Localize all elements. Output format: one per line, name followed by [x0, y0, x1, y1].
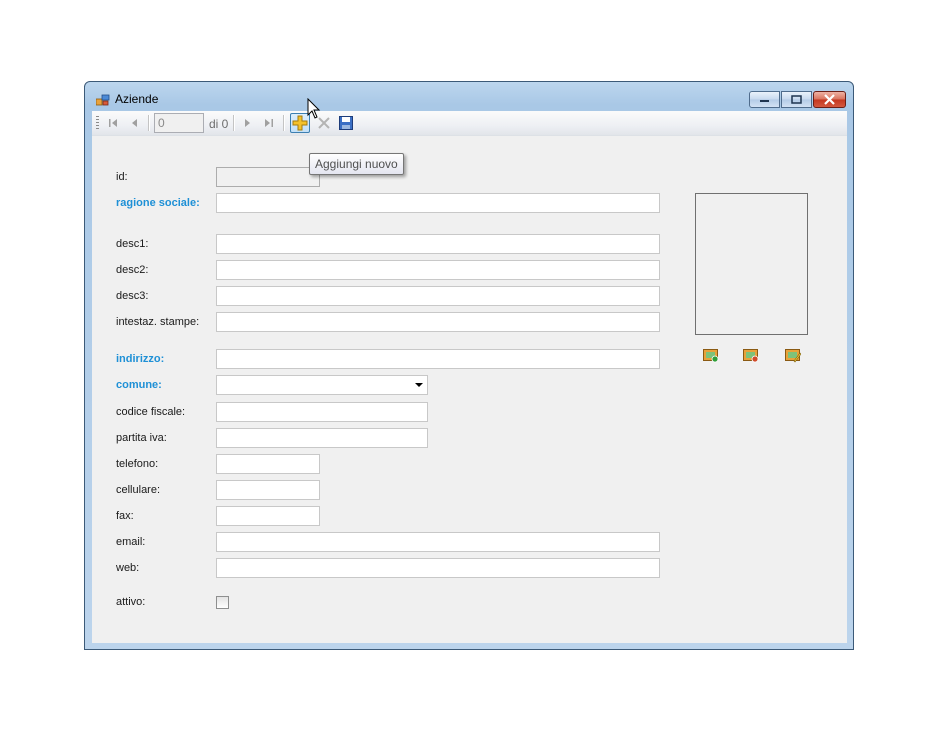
email-field[interactable]	[216, 532, 660, 552]
move-next-icon[interactable]	[239, 115, 255, 131]
codice-fiscale-field[interactable]	[216, 402, 428, 422]
close-icon	[824, 94, 835, 105]
window-title: Aziende	[115, 92, 159, 106]
indirizzo-field[interactable]	[216, 349, 660, 369]
attivo-label: attivo:	[116, 596, 146, 608]
comune-dropdown[interactable]	[216, 375, 428, 395]
cellulare-label: cellulare:	[116, 484, 161, 496]
move-previous-icon[interactable]	[127, 115, 143, 131]
move-first-icon[interactable]	[105, 115, 121, 131]
telefono-field[interactable]	[216, 454, 320, 474]
partita-iva-label: partita iva:	[116, 432, 167, 444]
email-label: email:	[116, 536, 146, 548]
telefono-label: telefono:	[116, 458, 159, 470]
indirizzo-label: indirizzo:	[116, 353, 165, 365]
desc1-label: desc1:	[116, 238, 149, 250]
app-icon	[96, 94, 110, 106]
codice-fiscale-label: codice fiscale:	[116, 406, 186, 418]
intestaz-stampe-label: intestaz. stampe:	[116, 316, 200, 328]
web-field[interactable]	[216, 558, 660, 578]
form-client-area: di 0 id: ragione sociale:	[92, 111, 847, 643]
edit-image-icon[interactable]	[785, 349, 801, 363]
minimize-icon	[760, 100, 769, 102]
chevron-down-icon[interactable]	[415, 383, 423, 387]
mouse-cursor-icon	[307, 98, 321, 119]
desc2-label: desc2:	[116, 264, 149, 276]
toolbar-separator	[233, 115, 235, 131]
partita-iva-field[interactable]	[216, 428, 428, 448]
save-icon[interactable]	[338, 115, 354, 131]
add-image-icon[interactable]	[703, 349, 719, 363]
comune-label: comune:	[116, 379, 162, 391]
title-bar[interactable]: Aziende	[85, 82, 853, 110]
attivo-checkbox[interactable]	[216, 596, 229, 609]
toolbar-grip[interactable]	[96, 116, 99, 130]
id-label: id:	[116, 171, 128, 183]
web-label: web:	[116, 562, 140, 574]
minimize-button[interactable]	[749, 91, 780, 108]
id-field[interactable]	[216, 167, 320, 187]
position-input[interactable]	[154, 113, 204, 133]
close-button[interactable]	[813, 91, 846, 108]
toolbar-separator	[148, 115, 150, 131]
maximize-icon	[791, 95, 802, 104]
move-last-icon[interactable]	[261, 115, 277, 131]
count-label: di 0	[209, 117, 229, 131]
aziende-window: Aziende di 0	[84, 81, 854, 650]
fax-label: fax:	[116, 510, 134, 522]
ragione-sociale-field[interactable]	[216, 193, 660, 213]
add-new-tooltip: Aggiungi nuovo	[309, 153, 404, 175]
desc3-label: desc3:	[116, 290, 149, 302]
binding-navigator: di 0	[92, 111, 847, 136]
intestaz-stampe-field[interactable]	[216, 312, 660, 332]
fax-field[interactable]	[216, 506, 320, 526]
logo-image-box[interactable]	[695, 193, 808, 335]
toolbar-separator	[283, 115, 285, 131]
desc2-field[interactable]	[216, 260, 660, 280]
maximize-button[interactable]	[781, 91, 812, 108]
desc3-field[interactable]	[216, 286, 660, 306]
ragione-sociale-label: ragione sociale:	[116, 197, 200, 209]
remove-image-icon[interactable]	[743, 349, 759, 363]
cellulare-field[interactable]	[216, 480, 320, 500]
desc1-field[interactable]	[216, 234, 660, 254]
